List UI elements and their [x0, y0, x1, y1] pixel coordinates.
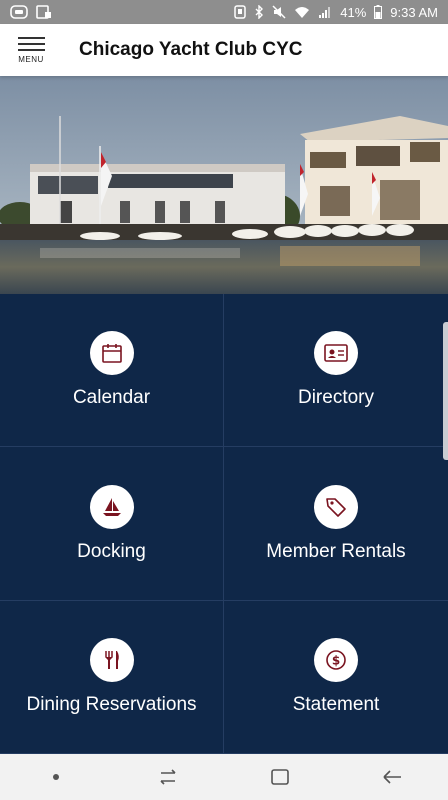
recents-icon[interactable]: [138, 757, 198, 797]
dollar-icon: $: [314, 638, 358, 682]
menu-grid: Calendar Directory Docking Member Rental…: [0, 294, 448, 754]
wifi-icon: [294, 6, 310, 19]
sailboat-icon: [89, 484, 134, 529]
nfc-icon: [234, 5, 247, 19]
docking-tile[interactable]: Docking: [0, 447, 224, 601]
back-icon[interactable]: [362, 757, 422, 797]
app-bar: MENU Chicago Yacht Club CYC: [0, 24, 448, 76]
fork-knife-icon: [89, 638, 134, 682]
cast-icon: [10, 5, 28, 19]
battery-icon: [374, 5, 383, 19]
member-rentals-tile[interactable]: Member Rentals: [224, 447, 448, 601]
hamburger-icon: [17, 36, 45, 51]
statement-tile[interactable]: $ Statement: [224, 601, 448, 754]
docking-label: Docking: [77, 540, 146, 562]
dining-reservations-tile[interactable]: Dining Reservations: [0, 601, 224, 754]
page-title: Chicago Yacht Club CYC: [79, 39, 303, 60]
system-nav-bar: [0, 754, 448, 800]
id-card-icon: [314, 331, 358, 375]
directory-label: Directory: [297, 387, 374, 408]
status-bar: 41% 9:33 AM: [0, 0, 448, 24]
menu-button[interactable]: MENU: [0, 24, 62, 76]
member-rentals-label: Member Rentals: [266, 540, 406, 562]
directory-tile[interactable]: Directory: [224, 294, 448, 447]
svg-text:$: $: [332, 654, 340, 668]
calendar-icon: [89, 331, 134, 375]
dot-icon[interactable]: [26, 757, 86, 797]
hero-image: [0, 76, 448, 294]
home-icon[interactable]: [250, 757, 310, 797]
calendar-tile[interactable]: Calendar: [0, 294, 224, 447]
yacht-club-photo: [0, 76, 448, 294]
dining-reservations-label: Dining Reservations: [26, 694, 197, 715]
screenshot-icon: [36, 5, 52, 19]
tag-icon: [314, 484, 358, 529]
menu-label: MENU: [18, 54, 44, 64]
mute-icon: [272, 5, 286, 19]
status-time: 9:33 AM: [390, 4, 438, 20]
calendar-label: Calendar: [72, 387, 151, 408]
bluetooth-icon: [254, 5, 264, 19]
statement-label: Statement: [292, 694, 380, 715]
scroll-handle[interactable]: [443, 322, 448, 460]
signal-icon: [318, 6, 332, 19]
battery-percent: 41%: [340, 4, 367, 20]
